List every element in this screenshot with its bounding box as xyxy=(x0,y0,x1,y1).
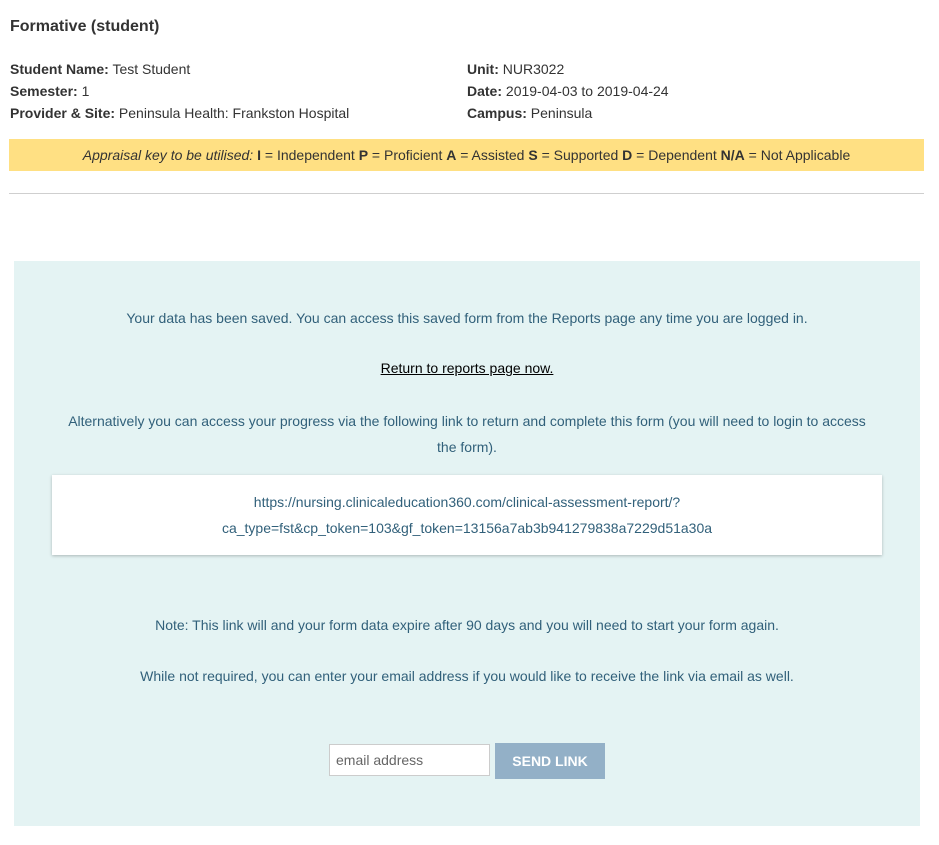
page-title: Formative (student) xyxy=(10,18,160,35)
appraisal-key-code: S xyxy=(528,147,538,163)
appraisal-key-text: = Independent xyxy=(264,147,355,163)
appraisal-key-code: A xyxy=(446,147,457,163)
email-prompt: While not required, you can enter your e… xyxy=(140,668,794,684)
unit-info: Unit: NUR3022 Date: 2019-04-03 to 2019-0… xyxy=(467,58,669,124)
student-name-value: Test Student xyxy=(112,61,191,77)
appraisal-key-code: I xyxy=(257,147,261,163)
date-row: Date: 2019-04-03 to 2019-04-24 xyxy=(467,80,669,102)
appraisal-key-text: = Proficient xyxy=(371,147,443,163)
appraisal-key-intro: Appraisal key to be utilised: xyxy=(82,147,254,163)
alternative-text-line1: Alternatively you can access your progre… xyxy=(68,413,866,429)
student-name-row: Student Name: Test Student xyxy=(10,58,349,80)
semester-label: Semester: xyxy=(10,83,78,99)
unit-value: NUR3022 xyxy=(502,61,565,77)
provider-label: Provider & Site: xyxy=(10,105,116,121)
send-link-button[interactable]: SEND LINK xyxy=(495,743,605,779)
date-label: Date: xyxy=(467,83,503,99)
semester-value: 1 xyxy=(81,83,90,99)
appraisal-key-banner: Appraisal key to be utilised: I = Indepe… xyxy=(9,139,924,171)
email-input[interactable] xyxy=(329,744,490,776)
provider-row: Provider & Site: Peninsula Health: Frank… xyxy=(10,102,349,124)
resume-url-line1: https://nursing.clinicaleducation360.com… xyxy=(253,494,681,510)
provider-value: Peninsula Health: Frankston Hospital xyxy=(118,105,350,121)
resume-url-box[interactable]: https://nursing.clinicaleducation360.com… xyxy=(52,475,882,555)
alternative-text-line2: the form). xyxy=(437,439,497,455)
appraisal-key-text: = Dependent xyxy=(636,147,717,163)
alternative-access-text: Alternatively you can access your progre… xyxy=(14,408,920,460)
expiry-note: Note: This link will and your form data … xyxy=(155,617,779,633)
return-to-reports-link[interactable]: Return to reports page now. xyxy=(14,360,920,376)
appraisal-key-code: P xyxy=(358,147,369,163)
campus-label: Campus: xyxy=(467,105,527,121)
student-info: Student Name: Test Student Semester: 1 P… xyxy=(10,58,349,124)
appraisal-key-code: D xyxy=(622,147,633,163)
semester-row: Semester: 1 xyxy=(10,80,349,102)
appraisal-key-text: = Not Applicable xyxy=(748,147,851,163)
resume-url-line2: ca_type=fst&cp_token=103&gf_token=13156a… xyxy=(221,520,713,536)
campus-value: Peninsula xyxy=(530,105,593,121)
appraisal-key-text: = Assisted xyxy=(460,147,525,163)
date-value: 2019-04-03 to 2019-04-24 xyxy=(505,83,669,99)
appraisal-key-text: = Supported xyxy=(541,147,619,163)
saved-confirmation-panel: Your data has been saved. You can access… xyxy=(14,261,920,826)
unit-row: Unit: NUR3022 xyxy=(467,58,669,80)
campus-row: Campus: Peninsula xyxy=(467,102,669,124)
divider xyxy=(9,193,924,194)
appraisal-key-code: N/A xyxy=(720,147,745,163)
student-name-label: Student Name: xyxy=(10,61,109,77)
unit-label: Unit: xyxy=(467,61,499,77)
saved-message: Your data has been saved. You can access… xyxy=(126,310,808,326)
